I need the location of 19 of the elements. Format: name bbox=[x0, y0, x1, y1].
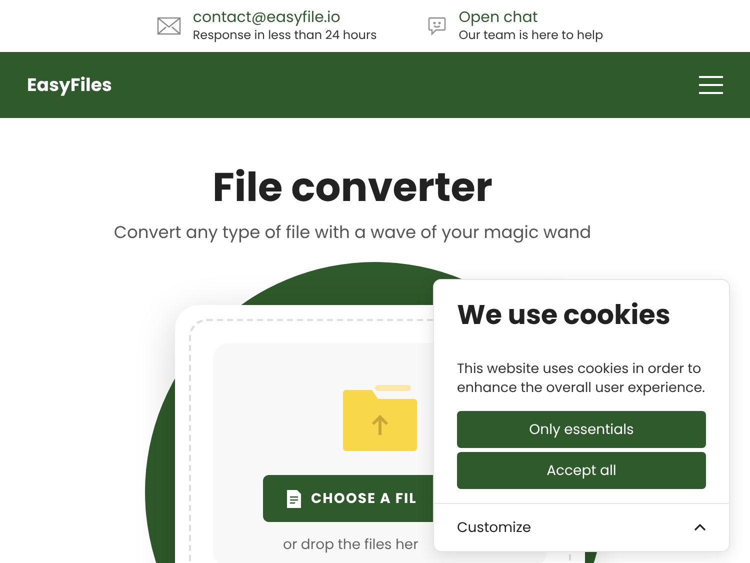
chat-icon bbox=[426, 16, 447, 36]
chevron-icon bbox=[694, 523, 706, 531]
cookie-text: This website uses cookies in order to enhance the overall user experience. bbox=[457, 358, 706, 396]
page-subtitle: Convert any type of file with a wave of your magic wand bbox=[114, 220, 592, 246]
menu-icon[interactable] bbox=[699, 76, 723, 94]
cookie-button[interactable]: Accept all bbox=[457, 452, 706, 488]
document-icon bbox=[287, 490, 301, 508]
cookie-title: We use cookies bbox=[457, 296, 672, 336]
drop-hint: or drop the files her bbox=[283, 534, 418, 555]
mail-icon bbox=[156, 17, 181, 35]
customize-toggle[interactable]: Customize bbox=[434, 502, 729, 550]
cookie-button[interactable]: Only essentials bbox=[457, 410, 706, 448]
contact-title: Open chat bbox=[458, 9, 539, 28]
contact-subtitle: Response in less than 24 hours bbox=[192, 28, 377, 43]
contact-subtitle: Our team is here to help bbox=[458, 28, 604, 43]
contact-title: contact@easyfile.io bbox=[192, 9, 342, 28]
logo[interactable]: EasyFiles bbox=[27, 72, 112, 98]
page-title: File converter bbox=[212, 162, 493, 212]
folder-upload-icon bbox=[343, 385, 417, 451]
